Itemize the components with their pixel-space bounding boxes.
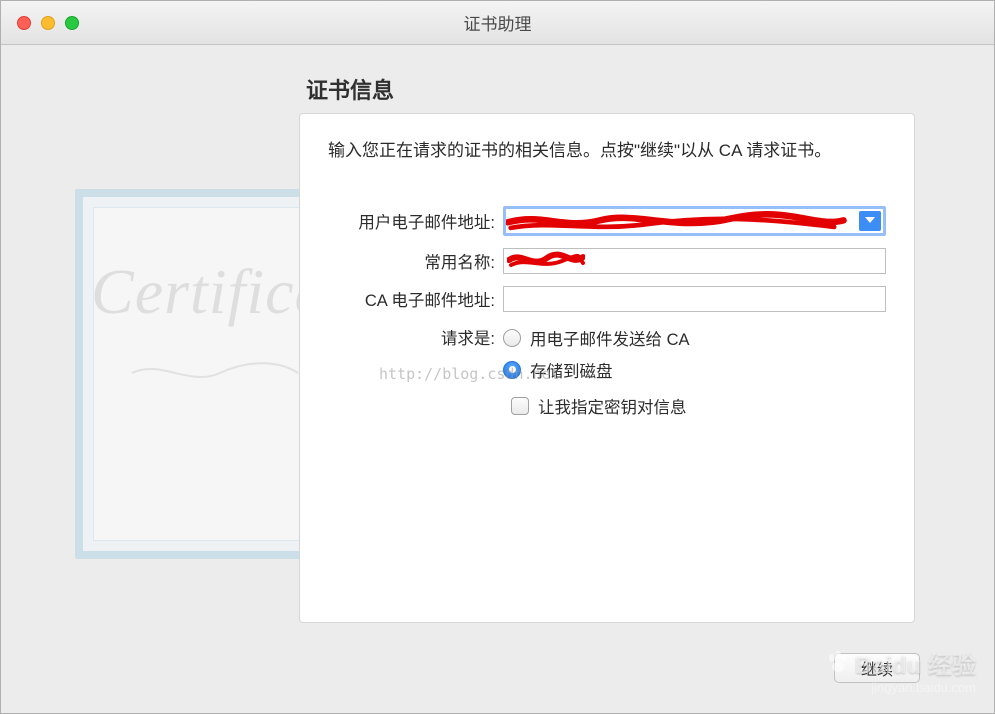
radio-label: 存储到磁盘 <box>530 358 613 382</box>
keypair-checkbox-row: 让我指定密钥对信息 <box>511 394 886 418</box>
ca-email-label: CA 电子邮件地址: <box>328 287 503 311</box>
continue-button-label: 继续 <box>861 656 893 680</box>
request-type-options: 用电子邮件发送给 CA 存储到磁盘 <box>503 326 690 382</box>
window-title: 证书助理 <box>1 10 994 35</box>
traffic-lights <box>17 16 79 30</box>
radio-icon <box>503 361 521 379</box>
specify-keypair-checkbox[interactable]: 让我指定密钥对信息 <box>511 394 886 418</box>
radio-label: 用电子邮件发送给 CA <box>530 326 690 350</box>
user-email-combobox[interactable] <box>503 206 886 236</box>
redaction-scribble <box>506 211 853 234</box>
common-name-label: 常用名称: <box>328 249 503 273</box>
zoom-window-button[interactable] <box>65 16 79 30</box>
section-title: 证书信息 <box>306 73 394 105</box>
ca-email-row: CA 电子邮件地址: <box>328 286 886 312</box>
ca-email-input[interactable] <box>503 286 886 312</box>
radio-save-to-disk[interactable]: 存储到磁盘 <box>503 358 690 382</box>
checkbox-icon <box>511 397 529 415</box>
radio-email-to-ca[interactable]: 用电子邮件发送给 CA <box>503 326 690 350</box>
checkbox-label: 让我指定密钥对信息 <box>538 394 687 418</box>
user-email-row: 用户电子邮件地址: <box>328 206 886 236</box>
close-window-button[interactable] <box>17 16 31 30</box>
user-email-label: 用户电子邮件地址: <box>328 209 503 233</box>
common-name-row: 常用名称: <box>328 248 886 274</box>
continue-button[interactable]: 继续 <box>834 653 920 683</box>
minimize-window-button[interactable] <box>41 16 55 30</box>
chevron-down-icon[interactable] <box>859 211 881 231</box>
instruction-text: 输入您正在请求的证书的相关信息。点按"继续"以从 CA 请求证书。 <box>328 138 886 164</box>
titlebar: 证书助理 <box>1 1 994 45</box>
radio-icon <box>503 329 521 347</box>
request-type-label: 请求是: <box>328 324 503 349</box>
content-panel: 输入您正在请求的证书的相关信息。点按"继续"以从 CA 请求证书。 用户电子邮件… <box>299 113 915 623</box>
common-name-input[interactable] <box>503 248 886 274</box>
request-type-row: 请求是: 用电子邮件发送给 CA 存储到磁盘 <box>328 324 886 382</box>
certificate-assistant-window: 证书助理 Certificate 证书信息 输入您正在请求的证书的相关信息。点按… <box>0 0 995 714</box>
